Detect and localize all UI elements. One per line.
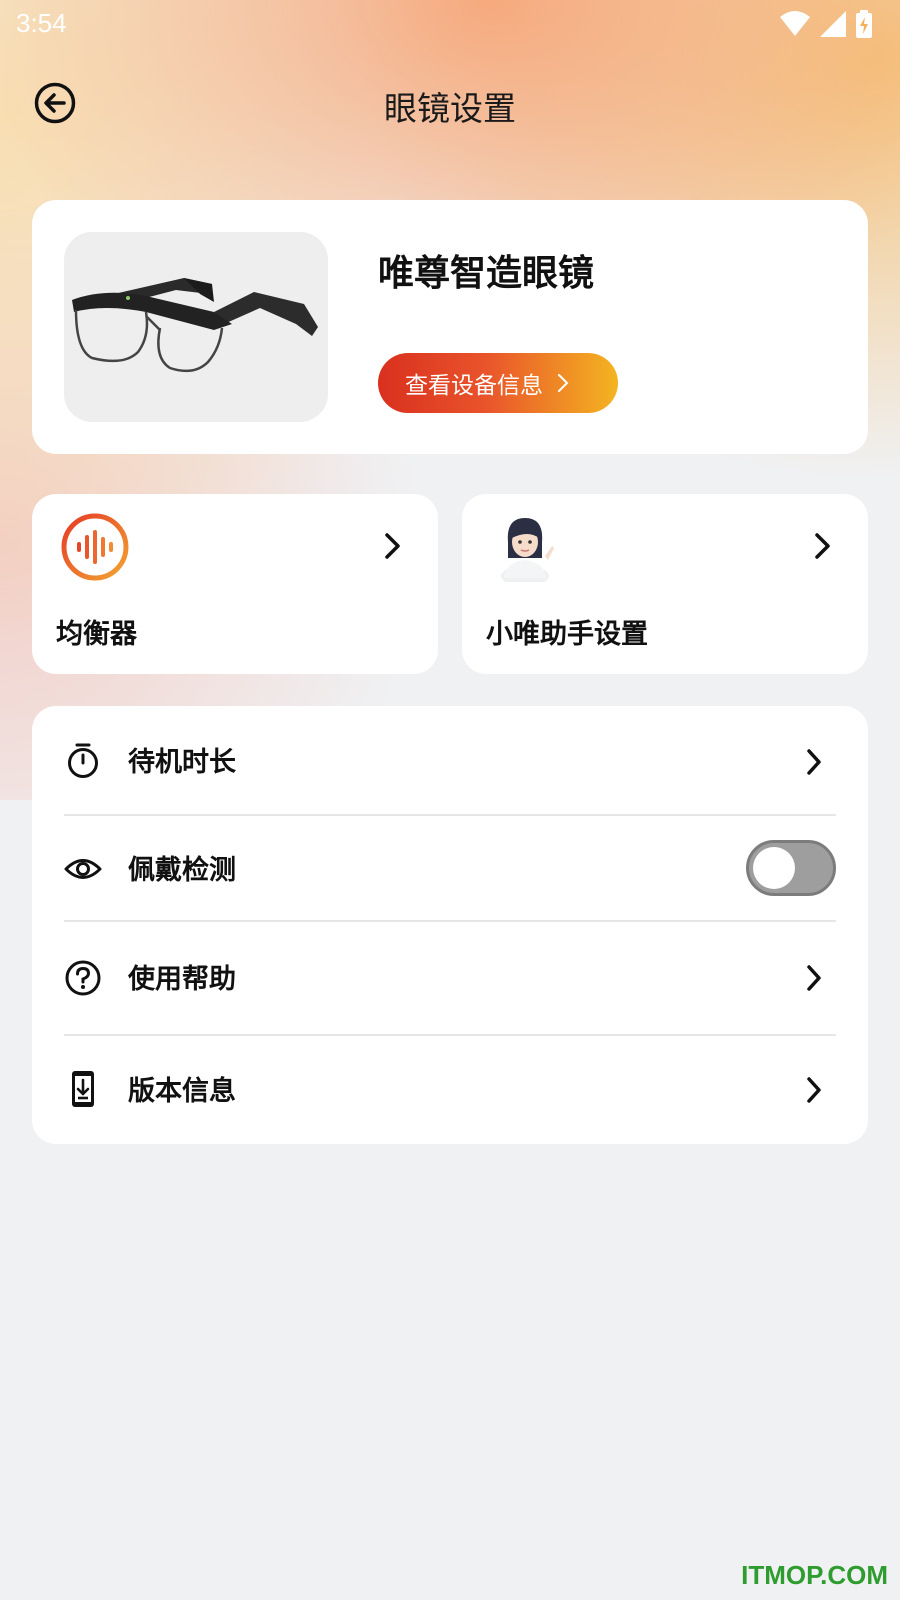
settings-label-standby: 待机时长 [128,747,236,778]
equalizer-card[interactable]: 均衡器 [32,494,438,674]
chevron-right-icon [385,533,400,559]
help-icon [65,960,101,996]
settings-row-wear-detection: 佩戴检测 [32,816,868,922]
chevron-right-icon [815,533,830,559]
wear-detection-toggle[interactable] [746,840,836,896]
page-title: 眼镜设置 [384,89,516,128]
device-card: 唯尊智造眼镜 查看设备信息 [32,200,868,454]
view-device-info-button[interactable]: 查看设备信息 [378,353,618,413]
chevron-right-icon [807,749,821,775]
chevron-right-icon [807,1077,821,1103]
settings-label-help: 使用帮助 [128,964,236,995]
device-name: 唯尊智造眼镜 [378,253,595,294]
timer-icon [68,743,98,778]
settings-label-wear-detection: 佩戴检测 [128,855,236,886]
toggle-knob [753,847,795,889]
settings-label-version: 版本信息 [128,1076,236,1107]
wifi-icon [780,11,810,36]
glasses-image [64,232,328,422]
status-icons [780,10,872,38]
view-device-info-label: 查看设备信息 [405,373,543,399]
settings-row-help[interactable]: 使用帮助 [32,922,868,1034]
download-icon [72,1071,94,1107]
watermark: ITMOP.COM [741,1560,888,1590]
assistant-settings-label: 小唯助手设置 [486,619,648,650]
signal-icon [820,11,846,37]
assistant-settings-card[interactable]: 小唯助手设置 [462,494,868,674]
settings-list: 待机时长 佩戴检测 使用帮助 版本信息 [32,706,868,1144]
equalizer-label: 均衡器 [56,619,137,650]
settings-row-standby[interactable]: 待机时长 [32,706,868,816]
battery-icon [856,10,872,38]
settings-row-version[interactable]: 版本信息 [32,1036,868,1144]
chevron-right-icon [807,965,821,991]
equalizer-icon [61,513,129,581]
assistant-avatar-icon [501,518,554,582]
chevron-right-icon [558,374,569,392]
status-time: 3:54 [16,8,67,38]
eye-icon [64,859,102,879]
